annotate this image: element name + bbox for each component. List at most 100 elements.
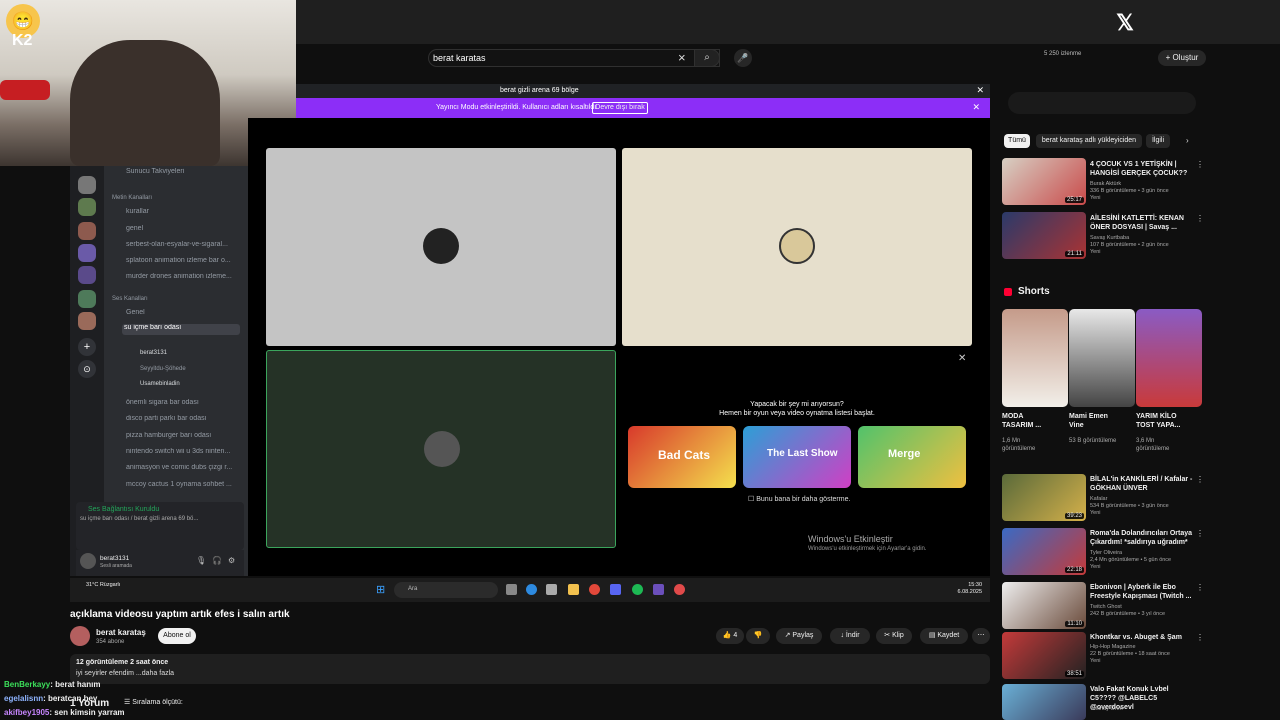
channel-item[interactable]: genel	[126, 225, 256, 232]
save-button[interactable]: ▤ Kaydet	[920, 628, 968, 644]
channel-item[interactable]: serbest-olan-esyalar-ve-sigaral...	[126, 241, 238, 248]
dislike-button[interactable]: 👎	[746, 628, 770, 644]
short-thumbnail[interactable]	[1069, 309, 1135, 407]
video-thumbnail[interactable]: 22:18	[1002, 528, 1086, 575]
spotify-icon[interactable]	[632, 584, 643, 595]
mic-icon[interactable]: 🎤	[734, 49, 752, 67]
game-card-merge[interactable]: Merge	[858, 426, 966, 488]
text-category[interactable]: Metin Kanalları	[112, 195, 152, 201]
short-thumbnail[interactable]	[1136, 309, 1202, 407]
dont-show-checkbox[interactable]: ☐ Bunu bana bir daha gösterme.	[748, 495, 850, 503]
participant-tile[interactable]	[266, 350, 616, 548]
search-button[interactable]: ⌕	[694, 49, 720, 67]
video-thumbnail[interactable]	[1002, 684, 1086, 720]
video-thumbnail[interactable]: 25:17	[1002, 158, 1086, 205]
server-icon[interactable]	[78, 244, 96, 262]
voice-channel-item[interactable]: nintendo switch wii u 3ds ninten...	[126, 448, 238, 455]
voice-channel-item[interactable]: animasyon ve comic dubs çizgi r...	[126, 464, 238, 471]
channel-avatar[interactable]	[70, 626, 90, 646]
video-menu-icon[interactable]: ⋮	[1196, 475, 1204, 484]
account-switcher[interactable]	[1008, 92, 1196, 114]
video-thumbnail[interactable]: 39:23	[1002, 474, 1086, 521]
headphones-icon[interactable]: 🎧	[212, 556, 222, 565]
app-icon[interactable]	[653, 584, 664, 595]
app-icon[interactable]	[674, 584, 685, 595]
edge-icon[interactable]	[526, 584, 537, 595]
server-icon[interactable]	[78, 222, 96, 240]
share-button[interactable]: ↗ Paylaş	[776, 628, 822, 644]
video-title-link[interactable]: 4 ÇOCUK VS 1 YETİŞKİN | HANGİSİ GERÇEK Ç…	[1090, 160, 1194, 178]
weather-widget[interactable]: 31°C Rüzgarlı	[86, 582, 126, 589]
chrome-icon[interactable]	[589, 584, 600, 595]
like-button[interactable]: 👍 4	[716, 628, 744, 644]
video-thumbnail[interactable]: 21:11	[1002, 212, 1086, 259]
subscribe-button[interactable]: Abone ol	[158, 628, 196, 644]
game-card-bad-cats[interactable]: Bad Cats	[628, 426, 736, 488]
taskbar-search[interactable]: Ara	[394, 582, 498, 598]
video-menu-icon[interactable]: ⋮	[1196, 633, 1204, 642]
settings-gear-icon[interactable]: ⚙	[228, 556, 235, 565]
video-thumbnail[interactable]: 11:10	[1002, 582, 1086, 629]
banner-close-icon[interactable]: ✕	[972, 102, 980, 113]
username[interactable]: berat3131	[100, 555, 129, 562]
server-icon[interactable]	[78, 198, 96, 216]
video-menu-icon[interactable]: ⋮	[1196, 214, 1204, 223]
boost-link[interactable]: Sunucu Takviyeleri	[126, 168, 256, 175]
video-title-link[interactable]: Roma'da Dolandırıcıları Ortaya Çıkardım!…	[1090, 529, 1194, 547]
sort-comments[interactable]: ☰ Sıralama ölçütü:	[124, 698, 183, 706]
video-menu-icon[interactable]: ⋮	[1196, 160, 1204, 169]
video-menu-icon[interactable]: ⋮	[1196, 583, 1204, 592]
user-avatar[interactable]	[80, 553, 96, 569]
short-title[interactable]: YARIM KİLO TOST YAPA...	[1136, 412, 1190, 430]
voice-status-sub[interactable]: su içme barı odası / berat gizli arena 6…	[80, 516, 198, 522]
video-title-link[interactable]: Khontkar vs. Abuget & Şam	[1090, 633, 1194, 642]
video-thumbnail[interactable]: 38:51	[1002, 632, 1086, 679]
more-actions-icon[interactable]: ⋯	[972, 628, 990, 644]
channel-item[interactable]: murder drones animation izleme...	[126, 273, 238, 280]
voice-channel-active[interactable]: su içme barı odası	[122, 324, 240, 335]
game-card-last-show[interactable]: The Last Show	[743, 426, 851, 488]
video-title-link[interactable]: AİLESİNİ KATLETTİ: KENAN ÖNER DOSYASI | …	[1090, 214, 1194, 232]
voice-channel-item[interactable]: pizza hamburger barı odası	[126, 432, 256, 439]
taskview-icon[interactable]	[506, 584, 517, 595]
start-icon[interactable]: ⊞	[376, 583, 385, 596]
channel-item[interactable]: splatoon animation izleme bar o...	[126, 257, 238, 264]
download-button[interactable]: ↓ İndir	[830, 628, 870, 644]
voice-user[interactable]: Usamebinladin	[140, 381, 180, 387]
voice-user[interactable]: berat3131	[140, 350, 167, 356]
server-icon[interactable]	[78, 290, 96, 308]
channel-item[interactable]: kurallar	[126, 208, 256, 215]
participant-tile[interactable]	[622, 148, 972, 346]
disable-streamer-mode-button[interactable]: Devre dışı bırak	[592, 102, 648, 114]
search-input[interactable]: berat karatas	[428, 49, 720, 67]
voice-user[interactable]: Seyyitdu-Şöhede	[140, 366, 186, 372]
short-title[interactable]: MODA TASARIM ...	[1002, 412, 1056, 430]
voice-channel-item[interactable]: disco parti parkı bar odası	[126, 415, 256, 422]
clock[interactable]: 15:30 6.08.2025	[952, 582, 982, 596]
video-title-link[interactable]: BİLAL'in KANKİLERİ / Kafalar - GÖKHAN ÜN…	[1090, 475, 1194, 493]
discord-icon[interactable]	[610, 584, 621, 595]
server-icon[interactable]	[78, 176, 96, 194]
discover-icon[interactable]: ⊙	[78, 360, 96, 378]
short-title[interactable]: Mami Emen Vine	[1069, 412, 1123, 430]
description-text[interactable]: iyi seyirler efendim ...daha fazla	[76, 670, 174, 677]
chip-all[interactable]: Tümü	[1004, 134, 1030, 148]
participant-tile[interactable]	[266, 148, 616, 346]
video-menu-icon[interactable]: ⋮	[1196, 529, 1204, 538]
short-thumbnail[interactable]	[1002, 309, 1068, 407]
window-close-icon[interactable]: ✕	[976, 85, 984, 96]
clear-search-icon[interactable]: ×	[678, 50, 686, 65]
voice-channel-item[interactable]: önemli sigara bar odası	[126, 399, 256, 406]
activity-close-icon[interactable]: ✕	[958, 353, 966, 364]
store-icon[interactable]	[546, 584, 557, 595]
add-server-icon[interactable]: +	[78, 338, 96, 356]
description-box[interactable]	[70, 654, 990, 684]
server-icon[interactable]	[78, 266, 96, 284]
voice-category[interactable]: Ses Kanalları	[112, 296, 148, 302]
chevron-right-icon[interactable]: ›	[1186, 136, 1189, 145]
create-button[interactable]: + Oluştur	[1158, 50, 1206, 66]
folder-icon[interactable]	[568, 584, 579, 595]
video-title-link[interactable]: Ebonivon | Ayberk ile Ebo Freestyle Kapı…	[1090, 583, 1194, 601]
channel-name[interactable]: berat karataş	[96, 628, 146, 637]
chip-uploader[interactable]: berat karataş adlı yükleyiciden	[1036, 134, 1142, 148]
